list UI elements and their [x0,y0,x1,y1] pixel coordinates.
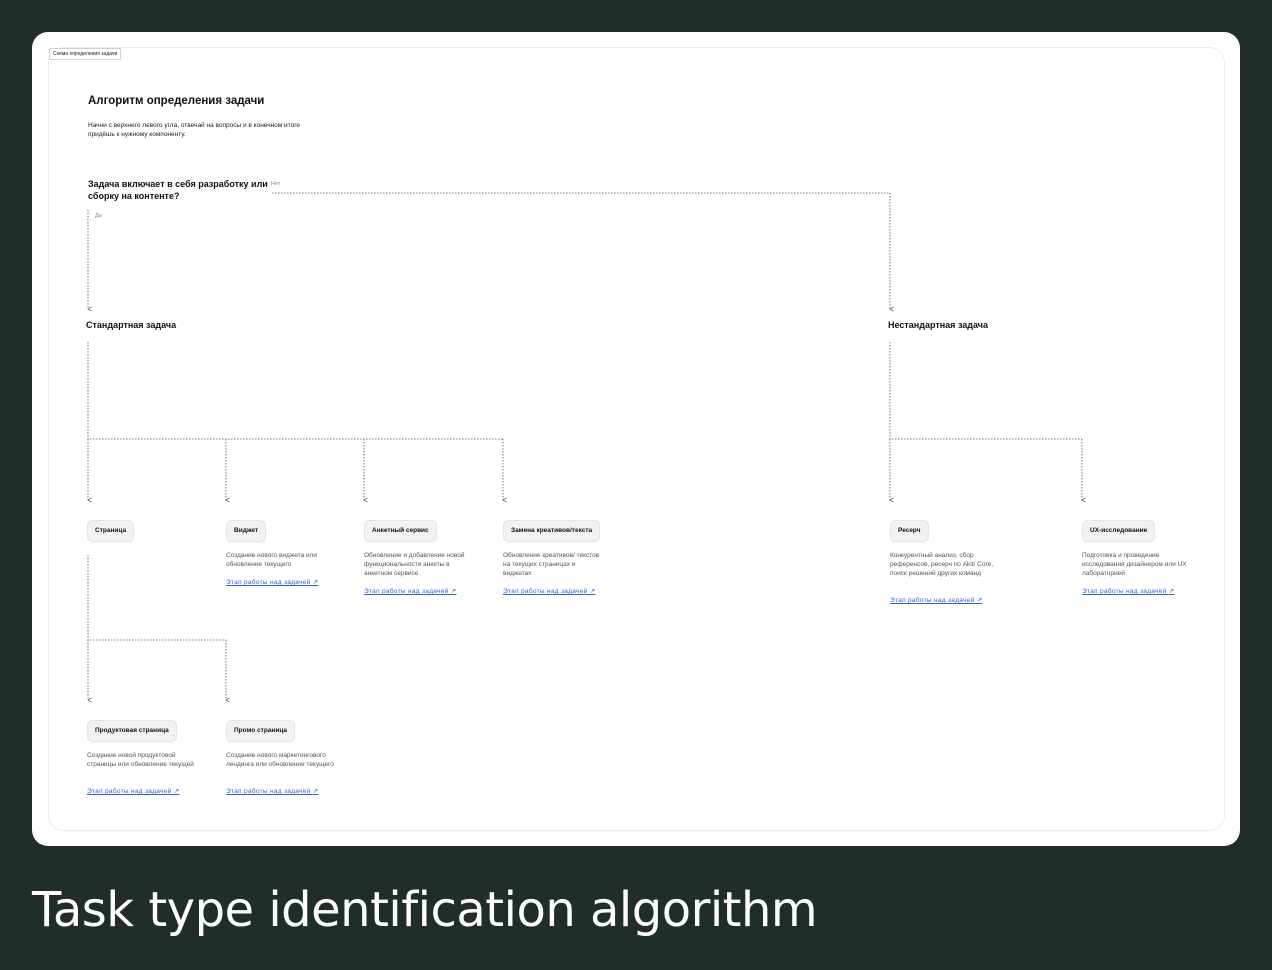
node-page: Страница [87,520,135,542]
node-product-page-desc: Создание новой продуктовой страницы или … [87,752,194,768]
node-form-service: Анкетный сервис [364,520,437,542]
node-widget-desc: Создание нового виджета или обновление т… [226,552,317,568]
node-promo-page: Промо страница [226,720,296,742]
no-connector [272,192,894,312]
node-widget-link[interactable]: Этап работы над задачей ↗ [226,578,318,586]
node-ux-research: UX-исследование [1082,520,1156,542]
caption: Task type identification algorithm [32,882,818,938]
node-ux-research-link[interactable]: Этап работы над задачей ↗ [1082,587,1174,595]
node-widget: Виджет [226,520,267,542]
node-replace-creatives-link[interactable]: Этап работы над задачей ↗ [503,587,595,595]
node-product-page: Продуктовая страница [87,720,177,742]
connector-lines [87,192,1086,703]
node-promo-page-desc: Создание нового маркетингового лендинга … [226,752,334,768]
node-form-service-link[interactable]: Этап работы над задачей ↗ [364,587,456,595]
node-promo-page-link[interactable]: Этап работы над задачей ↗ [226,787,318,795]
node-replace-creatives-desc: Обновление креативов/ текстов на текущих… [503,552,600,577]
node-research-desc: Конкурентный анализ, сбор референсов, ре… [890,552,994,577]
node-ux-research-desc: Подготовка и проведение исследования диз… [1082,552,1187,577]
no-label: Нет [271,181,281,187]
node-replace-creatives: Замена креативов/текста [503,520,601,542]
diagram-title: Алгоритм определения задачи [88,95,265,107]
page-trunk [87,555,226,641]
nonstandard-task-title: Нестандартная задача [888,320,989,330]
nonstandard-trunk [889,342,1082,440]
node-research-link[interactable]: Этап работы над задачей ↗ [890,596,982,604]
node-form-service-desc: Обновление и добавление новой функционал… [364,552,465,577]
yes-label: Да [95,213,102,219]
node-research: Ресерч [890,520,929,542]
standard-trunk [87,342,503,440]
root-question: Задача включает в себя разработку или сб… [88,179,268,201]
node-product-page-link[interactable]: Этап работы над задачей ↗ [87,787,179,795]
diagram-subtitle: Начни с верхнего левого угла, отвечай на… [88,122,301,138]
standard-task-title: Стандартная задача [86,320,177,330]
